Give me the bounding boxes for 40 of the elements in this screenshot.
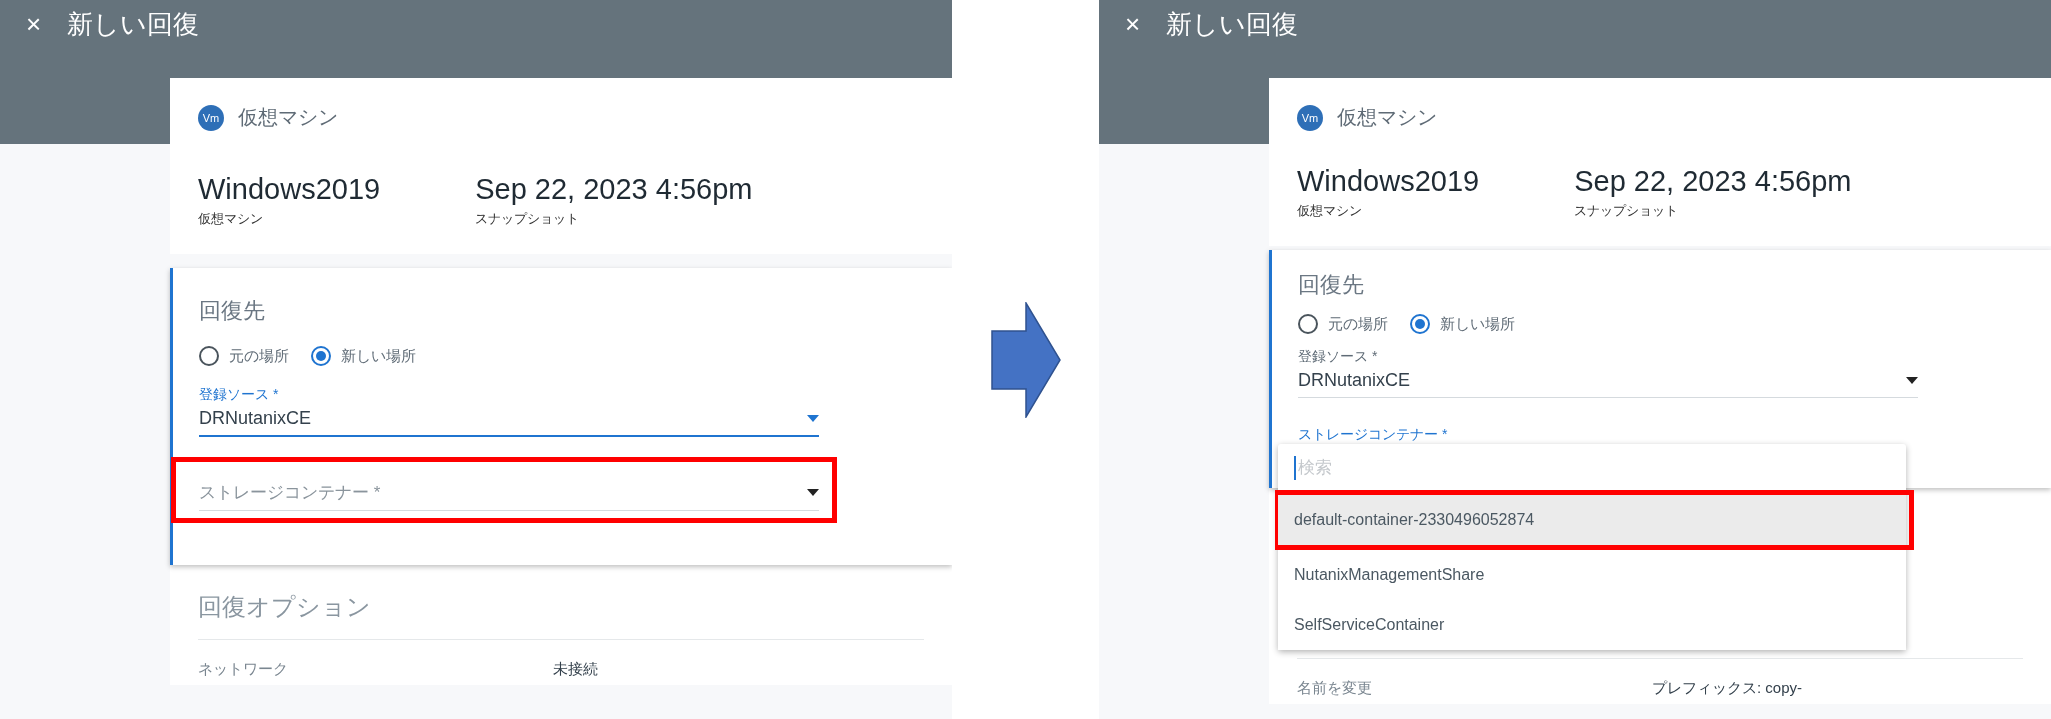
field-label: ストレージコンテナー * [1298, 426, 1449, 444]
close-button[interactable]: × [26, 8, 42, 40]
option-value: プレフィックス: copy- [1652, 679, 1803, 698]
option-label: ネットワーク [198, 660, 289, 679]
vm-badge: Vm [198, 104, 224, 131]
radio-option[interactable]: 新しい場所 [311, 346, 416, 366]
close-button[interactable]: × [1125, 8, 1141, 40]
vm-name: Windows2019 [198, 173, 381, 206]
entity-type-label: 仮想マシン [1337, 105, 1437, 130]
field-label: 登録ソース * [199, 386, 280, 404]
snapshot-caption: スナップショット [475, 210, 581, 228]
vm-badge: Vm [1297, 104, 1323, 131]
entity-type-label: 仮想マシン [238, 105, 338, 130]
storage-dropdown[interactable]: ストレージコンテナー * [199, 477, 819, 511]
caret-icon [1906, 377, 1918, 384]
vm-name-caption: 仮想マシン [198, 210, 264, 228]
vm-name-caption: 仮想マシン [1297, 202, 1363, 220]
section-title: 回復オプション [198, 592, 372, 622]
arrow-icon [990, 301, 1061, 418]
snapshot-time: Sep 22, 2023 4:56pm [475, 173, 753, 206]
snapshot-time: Sep 22, 2023 4:56pm [1574, 165, 1852, 198]
source-dropdown[interactable]: DRNutanixCE [1298, 366, 1918, 398]
dropdown-item[interactable]: NutanixManagementShare [1278, 550, 1906, 600]
dialog-title: 新しい回復 [67, 7, 200, 41]
section-title: 回復先 [199, 297, 266, 325]
source-dropdown[interactable]: DRNutanixCE [199, 404, 819, 437]
dropdown-item[interactable]: default-container-2330496052874 [1278, 495, 1906, 545]
snapshot-caption: スナップショット [1574, 202, 1680, 220]
radio-option[interactable]: 元の場所 [1298, 314, 1388, 334]
caret-icon [807, 489, 819, 496]
radio-option[interactable]: 新しい場所 [1410, 314, 1515, 334]
dialog-title: 新しい回復 [1166, 7, 1299, 41]
field-label: 登録ソース * [1298, 348, 1379, 366]
caret-icon [807, 415, 819, 422]
option-label: 名前を変更 [1297, 679, 1373, 698]
radio-option[interactable]: 元の場所 [199, 346, 289, 366]
option-value: 未接続 [553, 660, 599, 679]
section-title: 回復先 [1298, 271, 1365, 299]
dropdown-item[interactable]: SelfServiceContainer [1278, 600, 1906, 650]
vm-name: Windows2019 [1297, 165, 1480, 198]
